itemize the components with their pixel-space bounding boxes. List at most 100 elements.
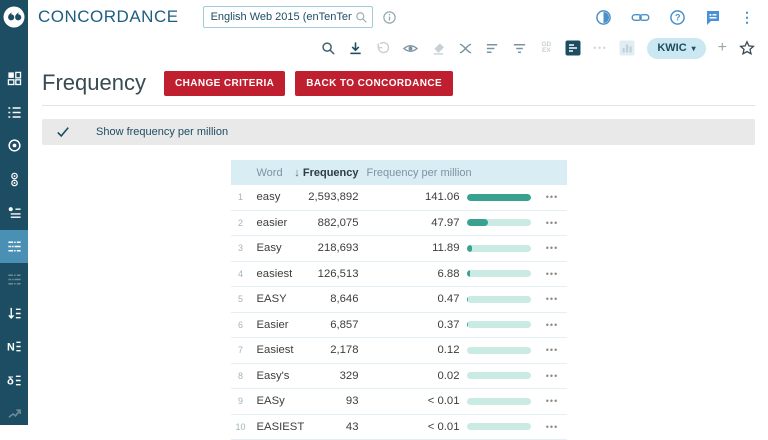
change-criteria-button[interactable]: CHANGE CRITERIA: [164, 71, 285, 96]
link-icon[interactable]: [631, 10, 650, 25]
row-fpm: < 0.01: [428, 421, 460, 433]
row-fpm: 47.97: [431, 217, 459, 229]
row-word[interactable]: EASY: [251, 293, 307, 305]
view-options-icon[interactable]: [402, 41, 419, 56]
frequency-view-icon[interactable]: [565, 40, 581, 56]
sidebar-nav: N δ: [0, 34, 28, 431]
help-icon[interactable]: ?: [669, 9, 686, 26]
fpm-bar: [460, 270, 538, 277]
row-rank: 5: [238, 294, 243, 304]
row-word[interactable]: easy: [251, 191, 307, 203]
column-header-frequency[interactable]: ↓ Frequency: [294, 167, 358, 179]
thesaurus-icon: [7, 205, 22, 220]
sort-icon[interactable]: [485, 41, 500, 56]
sidebar-item-wordlist[interactable]: [0, 230, 28, 264]
row-menu-icon[interactable]: •••: [546, 345, 558, 355]
frequency-table: Word ↓ Frequency Frequency per million 1…: [231, 160, 567, 440]
sidebar-item-concordance[interactable]: [0, 96, 28, 130]
row-menu-icon[interactable]: •••: [546, 218, 558, 228]
filter-icon[interactable]: [512, 41, 527, 56]
row-word[interactable]: easier: [251, 217, 307, 229]
row-word[interactable]: EASy: [251, 395, 307, 407]
table-row[interactable]: 10 EASIEST 43 < 0.01 •••: [231, 415, 567, 440]
row-fpm: 11.89: [432, 242, 459, 254]
sidebar: N δ: [0, 0, 28, 425]
row-menu-icon[interactable]: •••: [546, 269, 558, 279]
chevron-down-icon: ▾: [692, 44, 696, 53]
row-rank: 3: [238, 243, 243, 253]
sidebar-item-trends[interactable]: [0, 397, 28, 431]
table-row[interactable]: 8 Easy's 329 0.02 •••: [231, 364, 567, 390]
table-row[interactable]: 9 EASy 93 < 0.01 •••: [231, 389, 567, 415]
fpm-bar: [460, 398, 538, 405]
main-content: Frequency CHANGE CRITERIA BACK TO CONCOR…: [28, 62, 768, 425]
corpus-info-icon[interactable]: [382, 10, 397, 25]
row-frequency: 6,857: [330, 319, 358, 331]
row-menu-icon[interactable]: •••: [546, 192, 558, 202]
sidebar-item-dashboard[interactable]: [0, 62, 28, 96]
column-header-fpm[interactable]: Frequency per million: [359, 167, 538, 179]
sort-desc-icon: ↓: [294, 167, 300, 179]
row-menu-icon[interactable]: •••: [546, 320, 558, 330]
sidebar-item-word-sketch-difference[interactable]: [0, 163, 28, 197]
row-word[interactable]: easiest: [251, 268, 307, 280]
row-frequency: 2,593,892: [308, 191, 358, 203]
frequency-sort-icon: [7, 306, 22, 321]
corpus-selector-input[interactable]: [203, 6, 373, 28]
table-row[interactable]: 3 Easy 218,693 11.89 •••: [231, 236, 567, 262]
toolbar-more-icon[interactable]: •••: [593, 43, 607, 53]
overflow-menu-icon[interactable]: ⋮: [740, 10, 754, 24]
top-bar: CONCORDANCE ? ⋮: [28, 0, 768, 34]
check-icon: [56, 125, 70, 139]
row-word[interactable]: EASIEST: [251, 421, 307, 433]
table-row[interactable]: 7 Easiest 2,178 0.12 •••: [231, 338, 567, 364]
row-menu-icon[interactable]: •••: [546, 422, 558, 432]
sketch-engine-logo[interactable]: [0, 0, 28, 34]
row-fpm: 0.02: [438, 370, 460, 382]
appearance-icon[interactable]: [595, 9, 612, 26]
row-word[interactable]: Easy: [251, 242, 307, 254]
search-icon[interactable]: [321, 41, 336, 56]
shuffle-icon[interactable]: [458, 41, 473, 56]
back-to-concordance-button[interactable]: BACK TO CONCORDANCE: [295, 71, 453, 96]
row-frequency: 2,178: [330, 344, 358, 356]
row-menu-icon[interactable]: •••: [546, 294, 558, 304]
row-menu-icon[interactable]: •••: [546, 243, 558, 253]
svg-text:δ: δ: [7, 375, 14, 387]
table-row[interactable]: 2 easier 882,075 47.97 •••: [231, 211, 567, 237]
row-fpm: 0.37: [438, 319, 460, 331]
download-icon[interactable]: [348, 41, 363, 56]
table-row[interactable]: 6 Easier 6,857 0.37 •••: [231, 313, 567, 339]
undo-icon[interactable]: [375, 41, 390, 56]
row-word[interactable]: Easy's: [251, 370, 307, 382]
word-sketch-difference-icon: [7, 172, 22, 187]
kwic-sentence-toggle[interactable]: KWIC ▾: [647, 38, 705, 59]
corpus-search-icon[interactable]: [355, 11, 368, 24]
row-word[interactable]: Easiest: [251, 344, 307, 356]
sidebar-item-ngrams[interactable]: N: [0, 330, 28, 364]
sidebar-item-word-sketch[interactable]: [0, 129, 28, 163]
sidebar-item-terms[interactable]: δ: [0, 364, 28, 398]
add-tab-icon[interactable]: +: [718, 39, 727, 57]
row-menu-icon[interactable]: •••: [546, 396, 558, 406]
gdex-icon[interactable]: GD EX: [539, 42, 553, 55]
fpm-bar: [460, 245, 538, 252]
row-fpm: 6.88: [438, 268, 460, 280]
row-rank: 7: [238, 345, 243, 355]
feedback-icon[interactable]: [705, 9, 721, 25]
eraser-icon[interactable]: [431, 41, 446, 56]
row-menu-icon[interactable]: •••: [546, 371, 558, 381]
table-row[interactable]: 4 easiest 126,513 6.88 •••: [231, 262, 567, 288]
favorite-star-icon[interactable]: [739, 40, 755, 56]
visualization-icon[interactable]: [619, 40, 635, 56]
row-fpm: < 0.01: [428, 395, 460, 407]
sidebar-item-frequency[interactable]: [0, 297, 28, 331]
fpm-bar: [460, 194, 538, 201]
table-row[interactable]: 5 EASY 8,646 0.47 •••: [231, 287, 567, 313]
sidebar-item-keywords[interactable]: [0, 263, 28, 297]
table-row[interactable]: 1 easy 2,593,892 141.06 •••: [231, 185, 567, 211]
frequency-per-million-option[interactable]: Show frequency per million: [42, 119, 755, 145]
row-word[interactable]: Easier: [251, 319, 307, 331]
sidebar-item-thesaurus[interactable]: [0, 196, 28, 230]
row-frequency: 43: [346, 421, 359, 433]
